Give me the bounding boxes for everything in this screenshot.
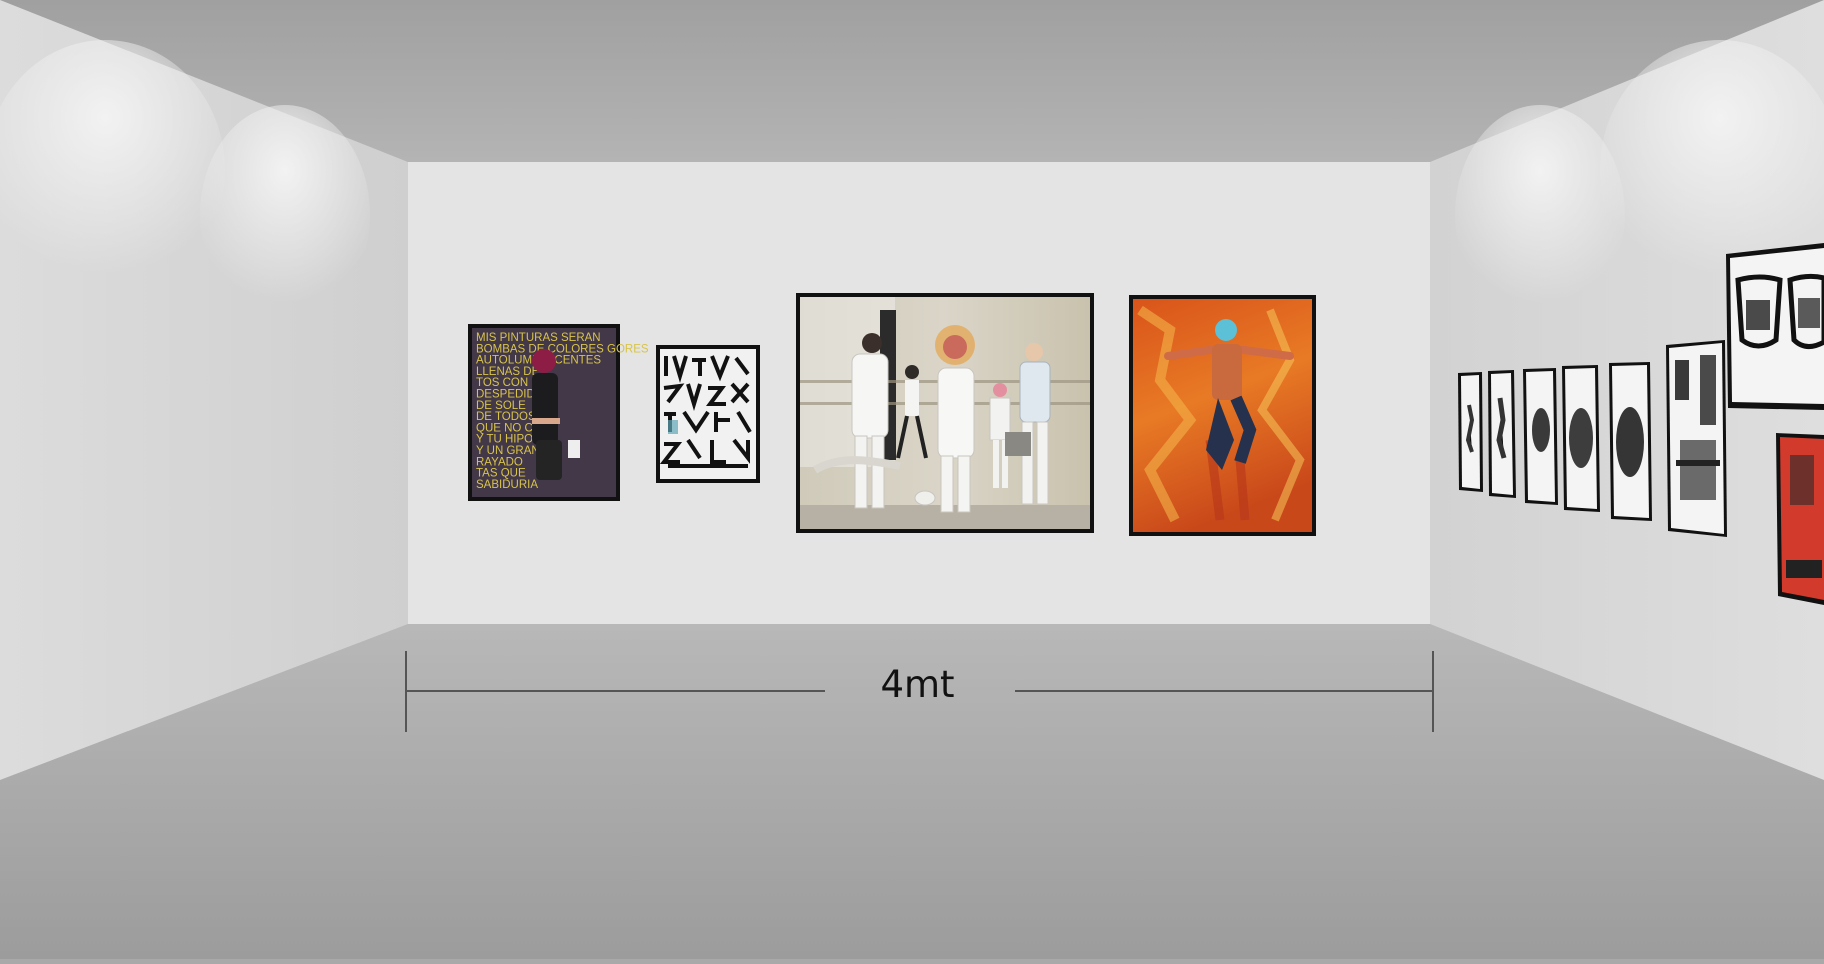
painting-text-line: DE TODOS — [476, 411, 536, 423]
side-print-1 — [1458, 372, 1483, 492]
side-print-2 — [1488, 370, 1516, 498]
side-print-5 — [1609, 362, 1652, 521]
gallery-room-scene: MIS PINTURAS SERAN BOMBAS DE COLORES GORE… — [0, 0, 1824, 959]
side-print-red — [1776, 433, 1824, 605]
figure-head — [532, 349, 556, 373]
painting-text-line: SABIDURIA — [476, 479, 538, 491]
painting-calligraphy — [656, 345, 760, 483]
figure-masked-head — [1215, 319, 1237, 341]
left-wall-light — [200, 105, 370, 325]
painting-figures-street — [796, 293, 1094, 533]
side-print-4 — [1562, 365, 1600, 512]
side-print-3 — [1523, 368, 1558, 505]
gallery-room: MIS PINTURAS SERANBOMBAS DE COLORES GORE… — [0, 0, 1824, 959]
painting-text-line: RAYADO — [476, 456, 523, 468]
side-print-glasses — [1726, 243, 1824, 410]
painting-text-line: BOMBAS DE COLORES GORES — [476, 343, 649, 355]
painting-text-line: Y UN GRAN — [476, 445, 540, 457]
right-wall-light — [1455, 105, 1625, 325]
painting-text-line: TOS CON — [476, 377, 528, 389]
figure-body — [532, 373, 558, 445]
painting-text-line: Y TU HIPO — [476, 434, 533, 446]
painting-text-line: TAS QUE — [476, 468, 526, 480]
painting-text-line: DE SOLE — [476, 400, 526, 412]
painting-orange-figure — [1129, 295, 1316, 536]
wall-width-label: 4mt — [880, 663, 955, 706]
side-print-city — [1666, 340, 1727, 537]
painting-text-line: LLENAS DE — [476, 366, 540, 378]
painting-text-line: MIS PINTURAS SERAN — [476, 332, 601, 344]
